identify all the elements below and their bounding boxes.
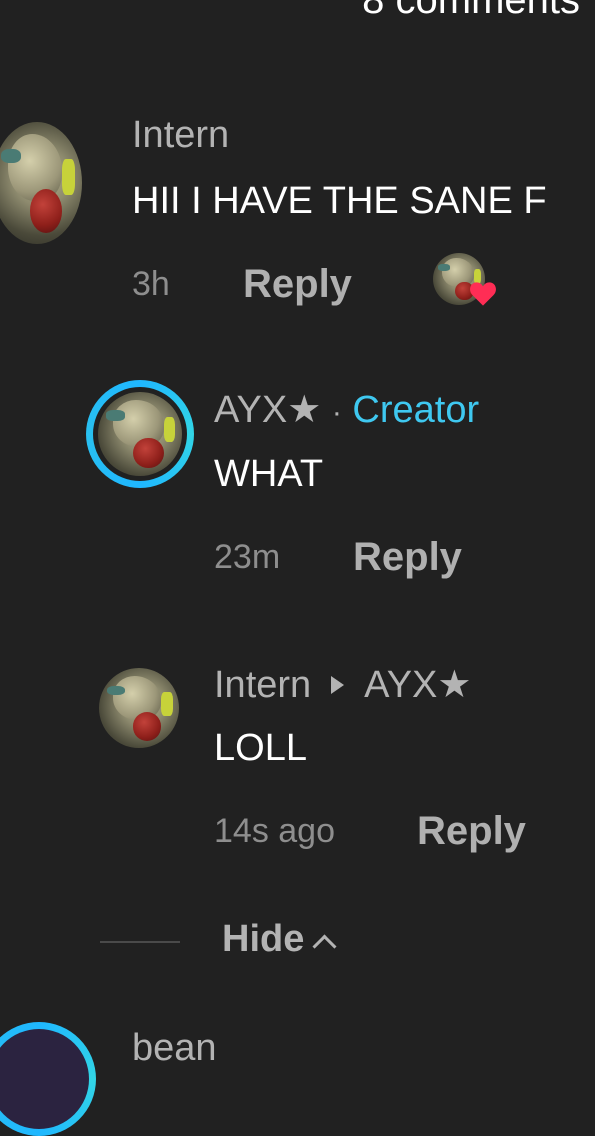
comment-text: HII I HAVE THE SANE F bbox=[132, 180, 547, 222]
comments-count-title: 8 comments bbox=[362, 0, 580, 22]
hide-replies-button[interactable]: Hide bbox=[222, 918, 337, 961]
creator-liked-indicator bbox=[433, 253, 499, 309]
replies-divider bbox=[100, 941, 180, 943]
comment-author[interactable]: Intern bbox=[132, 114, 229, 157]
reply-button[interactable]: Reply bbox=[417, 809, 526, 854]
comment-author[interactable]: Intern bbox=[214, 664, 311, 706]
avatar-bean[interactable] bbox=[0, 1022, 96, 1136]
reply-button[interactable]: Reply bbox=[243, 262, 352, 307]
hide-label: Hide bbox=[222, 918, 305, 960]
author-separator: · bbox=[331, 396, 342, 429]
avatar-intern[interactable] bbox=[0, 122, 82, 244]
comment-author[interactable]: bean bbox=[132, 1027, 217, 1070]
comment-time: 3h bbox=[132, 265, 170, 303]
reply-arrow-icon bbox=[331, 675, 345, 694]
comment-time: 23m bbox=[214, 538, 281, 576]
avatar-intern[interactable] bbox=[99, 668, 179, 748]
avatar-creator[interactable] bbox=[86, 380, 194, 488]
creator-liked-heart-icon bbox=[470, 282, 496, 306]
reply-button[interactable]: Reply bbox=[353, 535, 462, 580]
comment-author[interactable]: AYX★ bbox=[214, 389, 321, 431]
comment-text: LOLL bbox=[214, 727, 307, 769]
comment-author-line: AYX★ · Creator bbox=[214, 387, 479, 432]
reply-to-user[interactable]: AYX★ bbox=[364, 664, 471, 706]
comment-time: 14s ago bbox=[214, 812, 335, 850]
chevron-up-icon bbox=[312, 934, 337, 959]
comment-author-line: Intern AYX★ bbox=[214, 662, 471, 707]
comment-text: WHAT bbox=[214, 453, 324, 495]
creator-badge: Creator bbox=[352, 389, 480, 431]
